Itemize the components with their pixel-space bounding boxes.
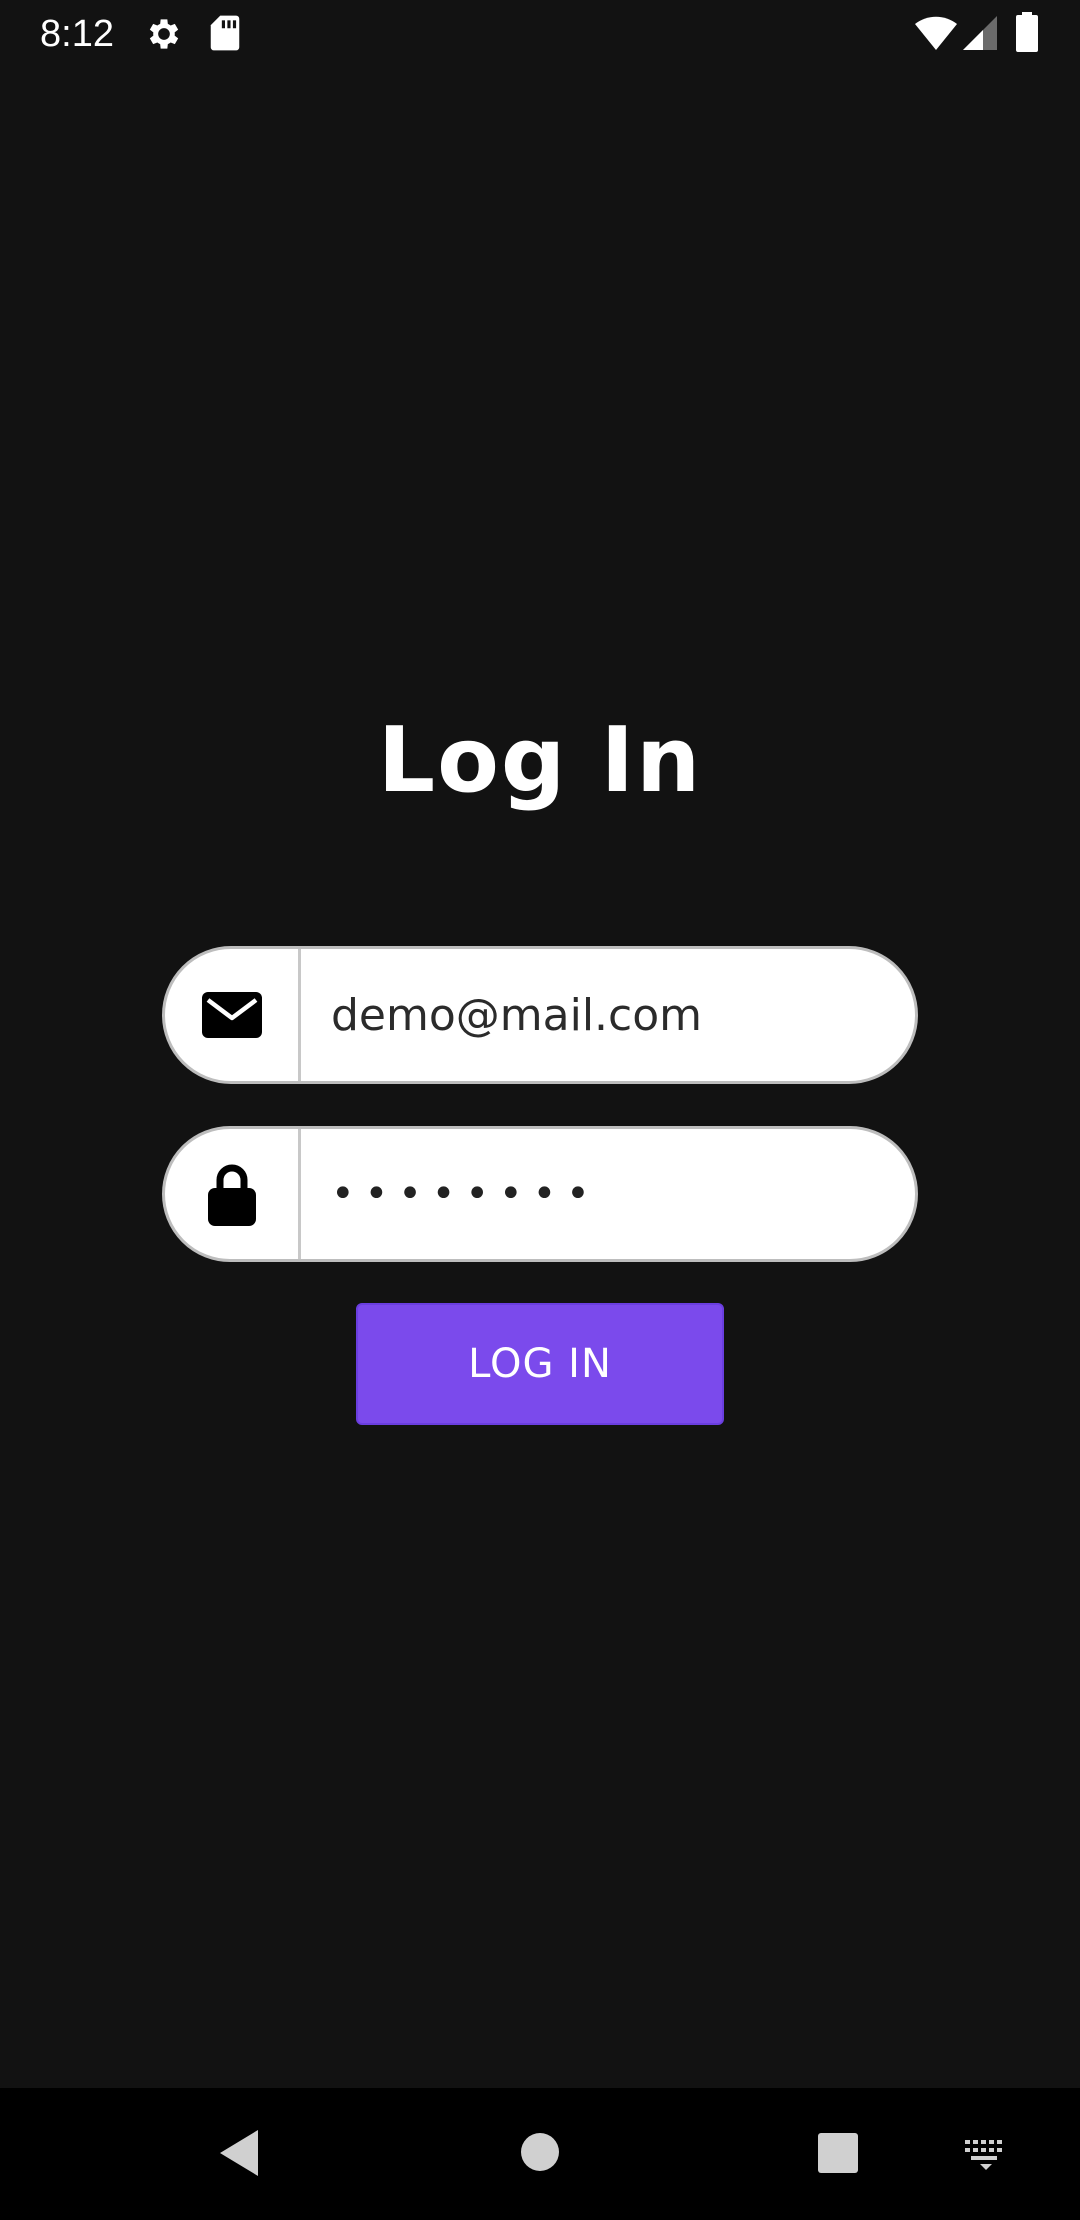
page-title: Log In <box>377 708 703 813</box>
login-button[interactable]: LOG IN <box>356 1303 724 1425</box>
navigation-bar <box>0 2088 1080 2220</box>
back-icon[interactable] <box>218 2128 260 2178</box>
email-icon-box <box>165 949 301 1081</box>
password-input[interactable]: •••••••• <box>331 1129 885 1259</box>
status-bar: 8:12 <box>0 0 1080 68</box>
login-screen: 8:12 Log In demo@mail.com •••••••• LOG I… <box>0 0 1080 2220</box>
password-icon-box <box>165 1129 301 1259</box>
battery-icon <box>1016 12 1038 52</box>
wifi-icon <box>915 16 957 50</box>
email-field[interactable]: demo@mail.com <box>162 946 918 1084</box>
keyboard-icon[interactable] <box>964 2138 1008 2170</box>
envelope-icon <box>201 992 262 1038</box>
email-input[interactable]: demo@mail.com <box>331 949 885 1081</box>
signal-icon <box>963 16 997 50</box>
password-field[interactable]: •••••••• <box>162 1126 918 1262</box>
sd-card-icon <box>210 15 240 51</box>
home-icon[interactable] <box>520 2132 560 2172</box>
status-time: 8:12 <box>40 13 114 55</box>
recents-icon[interactable] <box>817 2132 859 2174</box>
gear-icon <box>149 19 179 49</box>
lock-icon <box>207 1164 256 1226</box>
